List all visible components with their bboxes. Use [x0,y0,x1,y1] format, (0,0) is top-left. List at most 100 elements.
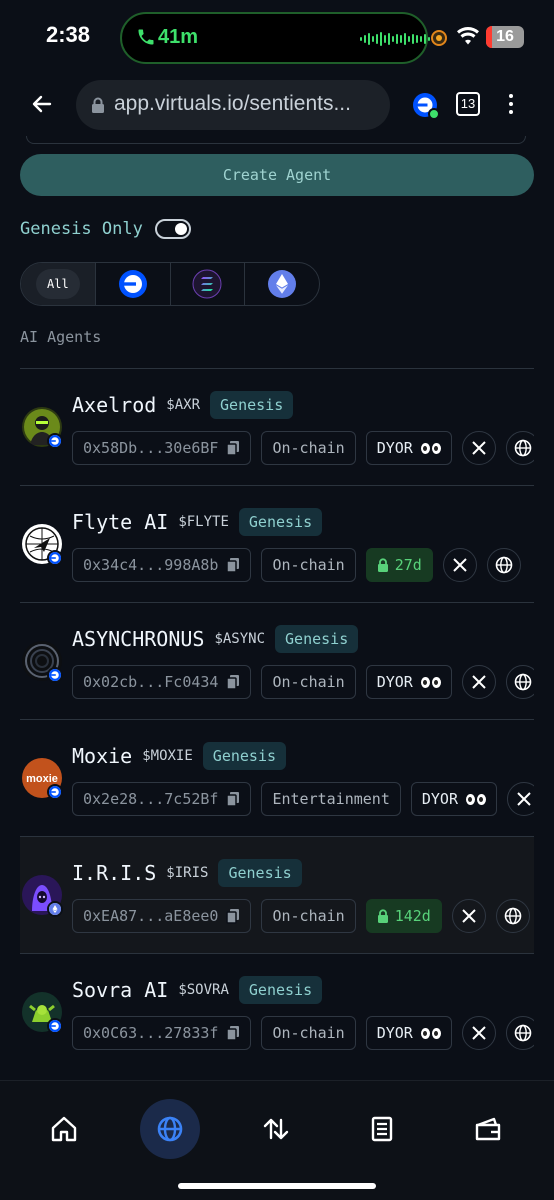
copy-icon[interactable] [226,908,240,924]
contract-address-chip[interactable]: 0x58Db...30e6BF [72,431,252,465]
website-globe-icon [514,673,532,691]
dyor-badge: DYOR [410,782,497,816]
agent-name[interactable]: Flyte AI [72,510,168,534]
copy-icon[interactable] [226,791,240,807]
website-globe-icon [514,439,532,457]
copy-icon[interactable] [226,674,240,690]
website-link[interactable] [505,431,534,465]
previous-section-edge [26,136,526,144]
nav-home[interactable] [34,1099,94,1159]
ethereum-chain-badge-icon [47,901,63,917]
copy-icon[interactable] [226,557,240,573]
audio-wave-icon [360,32,430,46]
contract-address-chip[interactable]: 0x34c4...998A8b [72,548,252,582]
x-twitter-link[interactable] [461,1016,496,1050]
x-twitter-link[interactable] [507,782,534,816]
tabs-count-button[interactable]: 13 [456,92,480,116]
battery-level: 16 [496,28,514,45]
chain-filter-ethereum[interactable] [245,263,319,305]
copy-icon[interactable] [226,440,240,456]
base-icon [118,270,147,298]
lock-icon [92,97,104,113]
agent-row[interactable]: I.R.I.S $IRIS Genesis 0xEA87...aE8ee0 On… [20,836,534,953]
battery-icon: 16 [486,26,524,48]
create-agent-button[interactable]: Create Agent [20,154,534,196]
nav-documents[interactable] [352,1099,412,1159]
wallet-icon [475,1117,501,1141]
genesis-tag: Genesis [238,508,323,536]
x-twitter-link[interactable] [451,899,486,933]
agent-meta-chips: 0xEA87...aE8ee0 On-chain 142d [72,899,530,933]
agent-row[interactable]: Sovra AI $SOVRA Genesis 0x0C63...27833f … [20,953,534,1070]
more-options-icon[interactable] [504,92,518,116]
contract-address: 0x2e28...7c52Bf [83,790,219,808]
chain-filter-all-label: All [35,269,80,299]
genesis-tag: Genesis [218,859,302,887]
website-globe-icon [504,907,522,925]
chain-filter-solana[interactable] [171,263,246,305]
dyor-badge: DYOR [365,665,452,699]
chain-filter-base[interactable] [96,263,171,305]
agent-meta-chips: 0x02cb...Fc0434 On-chain DYOR [72,665,534,699]
agent-name-line: ASYNCHRONUS $ASYNC Genesis [72,625,359,653]
contract-address: 0xEA87...aE8ee0 [83,907,219,925]
agent-row[interactable]: Axelrod $AXR Genesis 0x58Db...30e6BF On-… [20,368,534,485]
category-chip: On-chain [261,431,356,465]
agent-ticker: $AXR [166,397,201,413]
home-indicator [178,1183,376,1189]
base-chain-badge-icon [47,667,63,683]
contract-address-chip[interactable]: 0x2e28...7c52Bf [72,782,252,816]
agent-row[interactable]: moxie Moxie $MOXIE Genesis 0x2e28...7c52… [20,719,534,836]
genesis-only-toggle[interactable] [154,219,191,239]
nav-wallet[interactable] [458,1099,518,1159]
contract-address-chip[interactable]: 0x02cb...Fc0434 [72,665,252,699]
base-chain-badge-icon [47,1018,63,1034]
category-chip: On-chain [261,665,356,699]
chain-filter: All [20,262,320,306]
address-bar[interactable]: app.virtuals.io/sentients... [76,80,390,130]
bottom-navigation [0,1080,554,1200]
website-globe-icon [514,1024,532,1042]
contract-address-chip[interactable]: 0xEA87...aE8ee0 [72,899,252,933]
x-twitter-link[interactable] [442,548,477,582]
website-link[interactable] [495,899,530,933]
back-arrow-icon[interactable] [30,92,54,116]
category-chip: On-chain [261,899,356,933]
base-chain-badge-icon [47,784,63,800]
dyor-text: DYOR [376,439,413,457]
agent-name[interactable]: Moxie [72,744,132,768]
lock-period-badge: 142d [365,899,442,933]
category-chip: On-chain [261,548,356,582]
contract-address-chip[interactable]: 0x0C63...27833f [72,1016,252,1050]
contract-address: 0x0C63...27833f [83,1024,219,1042]
base-extension-icon[interactable] [412,92,440,120]
phone-icon [138,29,154,45]
chain-filter-all[interactable]: All [21,263,96,305]
copy-icon[interactable] [226,1025,240,1041]
agent-ticker: $ASYNC [214,631,266,647]
nav-explore[interactable] [140,1099,200,1159]
agent-name[interactable]: Axelrod [72,393,156,417]
agent-name[interactable]: Sovra AI [72,978,168,1002]
website-link[interactable] [505,665,534,699]
eyes-emoji-icon [420,442,441,454]
call-indicator-pill[interactable]: 41m [120,12,430,64]
website-link[interactable] [486,548,521,582]
category-chip: Entertainment [261,782,401,816]
website-link[interactable] [505,1016,534,1050]
agent-row[interactable]: ASYNCHRONUS $ASYNC Genesis 0x02cb...Fc04… [20,602,534,719]
agent-meta-chips: 0x34c4...998A8b On-chain 27d [72,548,521,582]
document-icon [371,1116,393,1142]
agent-ticker: $SOVRA [178,982,229,998]
category-text: On-chain [272,907,345,925]
agent-name-line: Moxie $MOXIE Genesis [72,742,287,770]
x-twitter-link[interactable] [461,665,496,699]
agent-row[interactable]: Flyte AI $FLYTE Genesis 0x34c4...998A8b … [20,485,534,602]
category-text: On-chain [272,439,345,457]
agent-name[interactable]: ASYNCHRONUS [72,627,204,651]
dyor-badge: DYOR [365,431,452,465]
agent-name[interactable]: I.R.I.S [72,861,156,885]
x-twitter-link[interactable] [461,431,496,465]
lock-period-text: 27d [394,556,422,574]
nav-trade[interactable] [246,1099,306,1159]
